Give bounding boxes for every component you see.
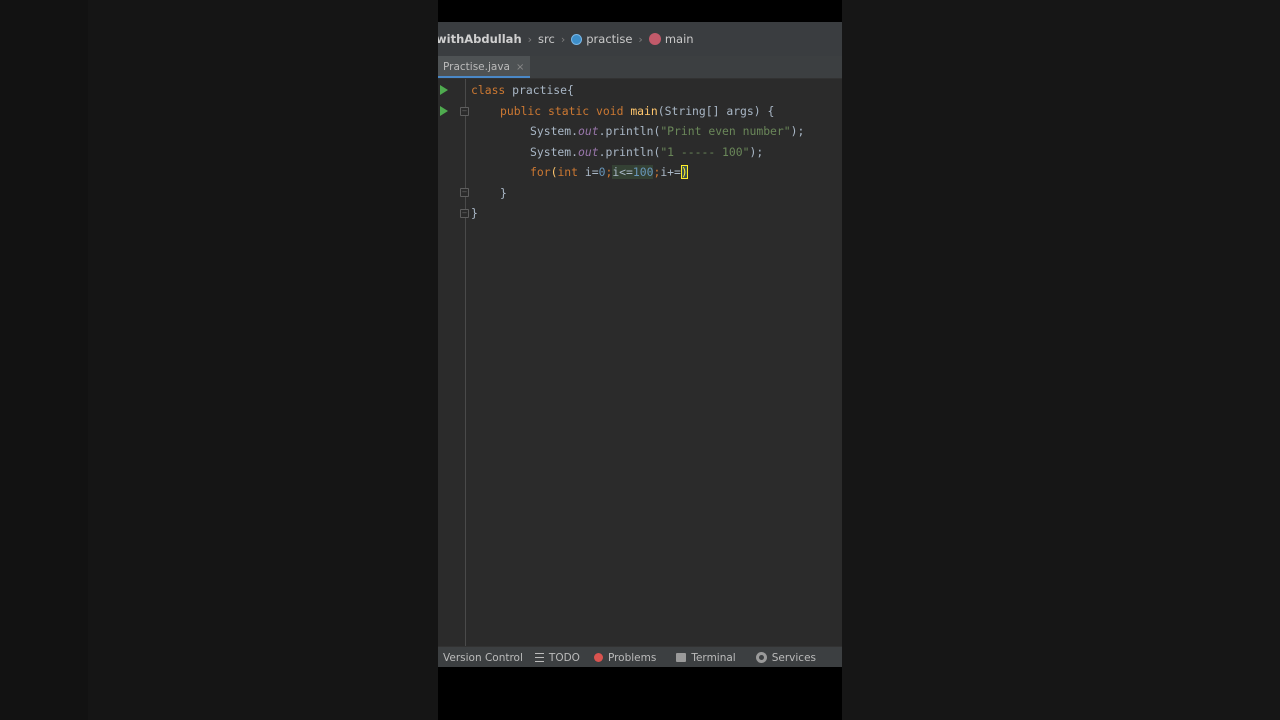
code-line-7: }	[471, 206, 478, 220]
breadcrumb: withAbdullah › src › practise › main	[438, 22, 842, 56]
left-dark-strip	[0, 0, 88, 720]
version-control-button[interactable]: Version Control	[443, 652, 523, 664]
text-caret: )	[680, 165, 688, 179]
version-control-label: Version Control	[443, 651, 523, 664]
editor-tab-bar: Practise.java ×	[438, 56, 842, 79]
tool-window-bar: Version Control TODO Problems Terminal S…	[438, 646, 842, 667]
error-icon	[593, 653, 603, 662]
breadcrumb-project[interactable]: withAbdullah	[438, 32, 522, 46]
run-main-icon[interactable]	[440, 106, 448, 116]
code-editor[interactable]: − − − class practise{ public static void…	[438, 79, 842, 646]
code-line-4: System.out.println("1 ----- 100");	[530, 145, 764, 159]
todo-label: TODO	[548, 651, 580, 664]
chevron-right-icon: ›	[638, 32, 643, 46]
code-line-1: class practise{	[471, 83, 574, 97]
left-letterbox	[0, 0, 438, 720]
problems-label: Problems	[607, 651, 657, 664]
code-line-5: for(int i=0;i<=100;i+=)	[530, 165, 688, 179]
list-icon	[534, 653, 544, 662]
todo-button[interactable]: TODO	[534, 651, 580, 664]
fold-icon[interactable]: −	[460, 188, 469, 197]
breadcrumb-class[interactable]: practise	[586, 32, 632, 46]
chevron-right-icon: ›	[560, 32, 566, 46]
services-button[interactable]: Services	[755, 651, 816, 664]
class-icon	[571, 33, 583, 45]
tab-practise-java[interactable]: Practise.java ×	[438, 56, 531, 78]
terminal-label: Terminal	[691, 651, 736, 664]
services-icon	[755, 652, 767, 663]
code-line-6: }	[500, 186, 507, 200]
right-letterbox	[842, 0, 1280, 720]
close-icon[interactable]: ×	[516, 62, 524, 73]
terminal-icon	[676, 653, 687, 662]
chevron-right-icon: ›	[527, 32, 533, 46]
breadcrumb-method[interactable]: main	[665, 32, 694, 46]
video-frame: withAbdullah › src › practise › main Pra…	[438, 0, 842, 720]
run-class-icon[interactable]	[440, 85, 448, 95]
terminal-button[interactable]: Terminal	[676, 651, 736, 664]
fold-icon[interactable]: −	[460, 209, 469, 218]
code-line-3: System.out.println("Print even number");	[530, 124, 805, 138]
ide-window: withAbdullah › src › practise › main Pra…	[438, 22, 842, 667]
fold-icon[interactable]: −	[460, 107, 469, 116]
code-line-2: public static void main(String[] args) {	[500, 104, 775, 118]
tab-label: Practise.java	[443, 61, 510, 73]
breadcrumb-folder[interactable]: src	[538, 32, 555, 46]
services-label: Services	[771, 651, 816, 664]
problems-button[interactable]: Problems	[593, 651, 657, 664]
gutter-divider	[465, 79, 466, 646]
method-icon	[648, 33, 661, 45]
